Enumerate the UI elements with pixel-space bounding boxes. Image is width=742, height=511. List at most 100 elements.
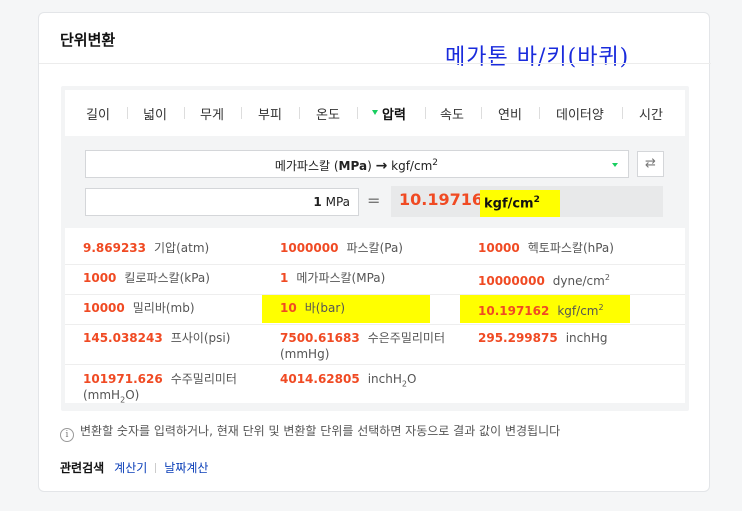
- tab-divider: [481, 107, 482, 119]
- result-unit-label-2: (mmHg): [280, 347, 330, 361]
- header-divider: [39, 63, 711, 64]
- related-search-label: 관련검색: [60, 461, 105, 475]
- help-note: i 변환할 숫자를 입력하거나, 현재 단위 및 변환할 단위를 선택하면 자동으…: [60, 422, 560, 442]
- result-bar[interactable]: 10 바(bar): [280, 300, 345, 316]
- result-number: 101971.626: [83, 372, 163, 386]
- result-inchh2o[interactable]: 4014.62805 inchH2O: [280, 371, 416, 392]
- value-input[interactable]: 1 MPa: [85, 188, 359, 216]
- result-unit-label: inchHg: [565, 331, 608, 345]
- tab-weight[interactable]: 무게: [200, 104, 224, 123]
- to-unit-sup: 2: [432, 158, 438, 168]
- overlay-caption-text: 메가톤 바/키(바퀴): [445, 45, 630, 70]
- result-unit-label: kgf/cm: [557, 304, 599, 318]
- result-kpa[interactable]: 1000 킬로파스칼(kPa): [83, 270, 210, 286]
- tab-divider: [357, 107, 358, 119]
- result-unit-label: dyne/cm: [552, 274, 605, 288]
- related-link-date-calc[interactable]: 날짜계산: [164, 461, 208, 475]
- tab-length[interactable]: 길이: [86, 104, 110, 123]
- result-unit-label: 바(bar): [304, 301, 346, 315]
- result-dyne[interactable]: 10000000 dyne/cm2: [478, 270, 610, 289]
- tab-divider: [425, 107, 426, 119]
- link-divider: [155, 463, 157, 473]
- help-note-text: 변환할 숫자를 입력하거나, 현재 단위 및 변환할 단위를 선택하면 자동으로…: [80, 424, 561, 438]
- tab-pressure-label: 압력: [382, 108, 406, 123]
- tab-area[interactable]: 넓이: [143, 104, 167, 123]
- result-atm[interactable]: 9.869233 기압(atm): [83, 240, 209, 256]
- row-divider: [65, 324, 685, 325]
- input-unit: MPa: [325, 195, 350, 209]
- result-unit-label: 프사이(psi): [170, 331, 231, 345]
- tab-divider: [127, 107, 128, 119]
- card-title: 단위변환: [60, 31, 116, 49]
- result-unit-label: 킬로파스칼(kPa): [124, 271, 210, 285]
- tab-divider: [241, 107, 242, 119]
- result-unit-label: inchH: [367, 372, 402, 386]
- result-number: 10000: [83, 301, 125, 315]
- tab-speed[interactable]: 속도: [440, 104, 464, 123]
- tab-divider: [539, 107, 540, 119]
- result-mmh2o[interactable]: 101971.626 수주밀리미터 (mmH2O): [83, 371, 237, 408]
- swap-units-button[interactable]: ⇄: [637, 151, 664, 177]
- result-unit-label: 수은주밀리미터: [367, 331, 445, 345]
- tab-volume[interactable]: 부피: [258, 104, 282, 123]
- result-unit-sup: 2: [533, 195, 540, 205]
- from-unit-close: ): [367, 159, 372, 173]
- result-unit-label: 파스칼(Pa): [346, 241, 403, 255]
- result-number: 10000000: [478, 274, 545, 288]
- result-unit: kgf/cm2: [480, 190, 560, 217]
- result-number: 1: [280, 271, 289, 285]
- from-unit-abbr: MPa: [338, 159, 368, 173]
- unit-pair-label: 메가파스칼 (MPa) → kgf/cm2: [275, 157, 438, 174]
- tab-temperature[interactable]: 온도: [316, 104, 340, 123]
- result-number: 4014.62805: [280, 372, 360, 386]
- result-kgf-cm2[interactable]: 10.197162 kgf/cm2: [478, 300, 604, 319]
- result-mpa[interactable]: 1 메가파스칼(MPa): [280, 270, 385, 286]
- converter-form: 메가파스칼 (MPa) → kgf/cm2 ⇄ 1 MPa = 10.19716…: [65, 136, 685, 228]
- result-inchhg[interactable]: 295.299875 inchHg: [478, 330, 608, 346]
- to-unit: kgf/cm: [391, 159, 433, 173]
- unit-pair-select[interactable]: 메가파스칼 (MPa) → kgf/cm2: [85, 150, 629, 178]
- category-tabs: 길이 넓이 무게 부피 온도 압력 속도 연비 데이터양 시간: [65, 90, 685, 136]
- tab-data-size[interactable]: 데이터양: [556, 104, 604, 123]
- unit-converter-card: 단위변환 메가톤 바/키(바퀴) 길이 넓이 무게 부피 온도 압력 속도 연비…: [38, 12, 711, 492]
- result-number: 10: [280, 301, 297, 315]
- result-unit-label-2: (mmH: [83, 388, 121, 402]
- result-unit-label: 메가파스칼(MPa): [296, 271, 386, 285]
- result-unit-label-2: O: [406, 372, 417, 386]
- result-number: 145.038243: [83, 331, 163, 345]
- equals-sign: =: [367, 191, 381, 210]
- result-unit-text: kgf/cm: [484, 196, 534, 212]
- result-unit-label: 수주밀리미터: [170, 372, 237, 386]
- result-mb[interactable]: 10000 밀리바(mb): [83, 300, 195, 316]
- row-divider: [65, 264, 685, 265]
- result-number: 295.299875: [478, 331, 558, 345]
- tab-pressure[interactable]: 압력: [372, 104, 406, 123]
- result-number: 9.869233: [83, 241, 147, 255]
- input-value: 1: [313, 195, 322, 209]
- result-number: 7500.61683: [280, 331, 360, 345]
- swap-arrows-icon: ⇄: [645, 156, 656, 171]
- related-link-calculator[interactable]: 계산기: [114, 461, 147, 475]
- value-input-content: 1 MPa: [313, 195, 350, 209]
- result-pa[interactable]: 1000000 파스칼(Pa): [280, 240, 403, 256]
- result-unit-label-3: O): [125, 388, 140, 402]
- converter-panel: 길이 넓이 무게 부피 온도 압력 속도 연비 데이터양 시간 메가파스칼 (M…: [61, 86, 689, 411]
- chevron-down-icon: [612, 163, 618, 167]
- result-unit-label: 기압(atm): [154, 241, 210, 255]
- tab-time[interactable]: 시간: [639, 104, 663, 123]
- result-number: 10.197162: [478, 304, 550, 318]
- tab-divider: [622, 107, 623, 119]
- results-table: 9.869233 기압(atm) 1000000 파스칼(Pa) 10000 헥토파스…: [65, 228, 685, 404]
- result-number: 1000000: [280, 241, 339, 255]
- result-mmhg[interactable]: 7500.61683 수은주밀리미터 (mmHg): [280, 330, 445, 362]
- result-box: 10.197162 kgf/cm2: [391, 186, 663, 217]
- tab-fuel-efficiency[interactable]: 연비: [498, 104, 522, 123]
- result-psi[interactable]: 145.038243 프사이(psi): [83, 330, 230, 346]
- result-unit-sup: 2: [604, 273, 610, 282]
- result-hpa[interactable]: 10000 헥토파스칼(hPa): [478, 240, 614, 256]
- result-number: 1000: [83, 271, 117, 285]
- from-unit-name: 메가파스칼 (: [274, 159, 339, 173]
- tab-divider: [299, 107, 300, 119]
- row-divider: [65, 294, 685, 295]
- right-arrow-icon: →: [375, 158, 388, 174]
